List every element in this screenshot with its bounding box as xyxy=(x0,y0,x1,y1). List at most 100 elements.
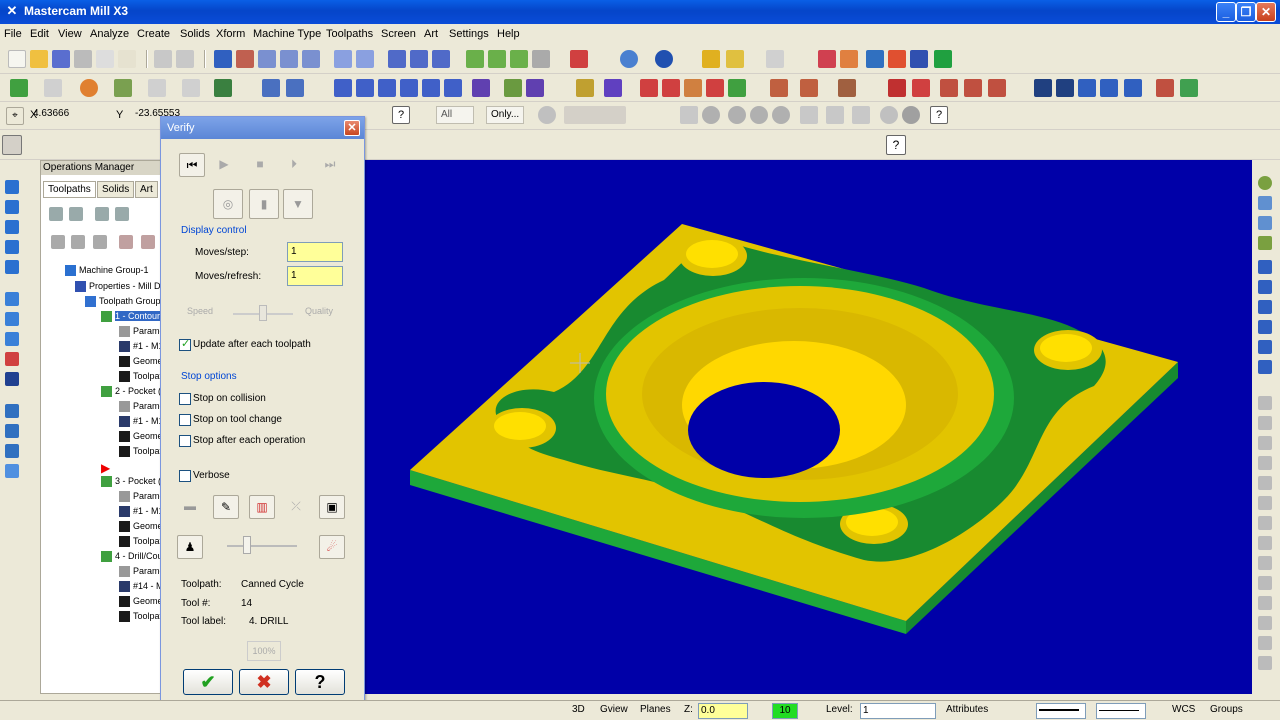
tree-item[interactable]: Machine Group-1 xyxy=(65,265,149,277)
verify-icon[interactable] xyxy=(818,50,836,68)
tool-display-icon[interactable]: ◎ xyxy=(213,189,243,219)
print-icon[interactable] xyxy=(74,50,92,68)
post-icon[interactable] xyxy=(866,50,884,68)
zoom-out-icon[interactable] xyxy=(334,50,352,68)
step-button[interactable]: ⏵ xyxy=(281,153,307,177)
toggle-post-icon[interactable] xyxy=(93,235,107,249)
pencil-icon[interactable] xyxy=(702,50,720,68)
hide-entity-icon[interactable] xyxy=(388,50,406,68)
arrow-icon[interactable] xyxy=(604,79,622,97)
cplane-side-icon[interactable] xyxy=(1258,436,1272,450)
wcs-icon[interactable] xyxy=(1258,300,1272,314)
play-button[interactable]: ▶ xyxy=(211,153,237,177)
sphere2-icon[interactable] xyxy=(5,312,19,326)
regen-dirty-icon[interactable] xyxy=(115,207,129,221)
cplane-rotate-icon[interactable] xyxy=(1258,536,1272,550)
restore-button[interactable]: ❐ xyxy=(1236,2,1256,22)
circle-icon[interactable] xyxy=(80,79,98,97)
shell-icon[interactable] xyxy=(5,424,19,438)
machine-icon[interactable] xyxy=(1034,79,1052,97)
stop-tool-change-checkbox[interactable] xyxy=(179,414,191,426)
ok-button[interactable]: ✔ xyxy=(183,669,233,695)
gear-icon[interactable] xyxy=(538,106,556,124)
compare-icon[interactable]: ⤫ xyxy=(283,495,309,519)
surface-loft-icon[interactable] xyxy=(912,79,930,97)
dimension-icon[interactable] xyxy=(472,79,490,97)
x-field[interactable]: 4.63666 xyxy=(30,106,96,124)
solid-fillet-icon[interactable] xyxy=(838,79,856,97)
tab-art[interactable]: Art xyxy=(135,181,158,198)
cancel-button[interactable]: ✖ xyxy=(239,669,289,695)
select-polygon-icon[interactable] xyxy=(800,106,818,124)
wireframe-icon[interactable] xyxy=(488,50,506,68)
tplane-icon[interactable] xyxy=(1258,280,1272,294)
shade-icon[interactable] xyxy=(466,50,484,68)
ribbon-help2-icon[interactable]: ? xyxy=(886,135,906,155)
help-icon[interactable]: ? xyxy=(392,106,410,124)
regen-icon[interactable] xyxy=(95,207,109,221)
help-button[interactable]: ? xyxy=(295,669,345,695)
graphics-viewport[interactable] xyxy=(364,160,1252,694)
select-dirty-icon[interactable] xyxy=(69,207,83,221)
origin-icon[interactable] xyxy=(1258,320,1272,334)
sphere-icon[interactable] xyxy=(655,50,673,68)
dimension-a-icon[interactable] xyxy=(988,79,1006,97)
select-all-icon[interactable] xyxy=(49,207,63,221)
sim-speed-thumb[interactable] xyxy=(243,536,251,554)
fit-icon[interactable] xyxy=(214,50,232,68)
dimension-d-icon[interactable] xyxy=(1258,360,1272,374)
planes-button[interactable]: Planes xyxy=(640,704,671,715)
triangle-icon[interactable] xyxy=(526,79,544,97)
chamfer-icon[interactable] xyxy=(182,79,200,97)
surface-icon[interactable] xyxy=(888,79,906,97)
speed-slider-thumb[interactable] xyxy=(259,305,267,321)
rewind-button[interactable]: ⏮ xyxy=(179,153,205,177)
hidden-line-icon[interactable] xyxy=(510,50,528,68)
backplot-icon[interactable] xyxy=(840,50,858,68)
cylinder-icon[interactable] xyxy=(5,292,19,306)
cplane-entity-icon[interactable] xyxy=(1258,516,1272,530)
array-icon[interactable] xyxy=(444,79,462,97)
record-icon[interactable] xyxy=(902,106,920,124)
new-file-icon[interactable] xyxy=(8,50,26,68)
stock-icon[interactable] xyxy=(1056,79,1074,97)
stop-collision-checkbox[interactable] xyxy=(179,393,191,405)
menu-art[interactable]: Art xyxy=(424,28,438,40)
translate-icon[interactable] xyxy=(334,79,352,97)
color-field[interactable]: 10 xyxy=(772,703,798,719)
minimize-button[interactable]: _ xyxy=(1216,2,1236,22)
point-icon[interactable] xyxy=(10,79,28,97)
menu-xform[interactable]: Xform xyxy=(216,28,245,40)
view-right-icon[interactable] xyxy=(1258,236,1272,250)
cplane-iso-icon[interactable] xyxy=(1258,456,1272,470)
verify-close-button[interactable]: ✕ xyxy=(344,120,360,136)
cube-view-icon[interactable] xyxy=(570,50,588,68)
arc-icon[interactable] xyxy=(5,220,19,234)
cplane-icon[interactable] xyxy=(1258,260,1272,274)
run-fast-icon[interactable]: ☄ xyxy=(319,535,345,559)
shaded-outline-icon[interactable] xyxy=(532,50,550,68)
lock-icon[interactable] xyxy=(51,235,65,249)
fillet-icon[interactable] xyxy=(148,79,166,97)
stop-after-op-checkbox[interactable] xyxy=(179,435,191,447)
cplane-save-icon[interactable] xyxy=(1258,596,1272,610)
gview-button[interactable]: Gview xyxy=(600,704,628,715)
cplane-restore-icon[interactable] xyxy=(1258,616,1272,630)
menu-view[interactable]: View xyxy=(58,28,82,40)
move-up-icon[interactable] xyxy=(141,235,155,249)
autocursor-icon[interactable]: ⌖ xyxy=(6,107,24,125)
select-area-icon[interactable] xyxy=(728,106,746,124)
solid-revolve-icon[interactable] xyxy=(800,79,818,97)
filter-icon[interactable]: ▼ xyxy=(283,189,313,219)
cplane-more-icon[interactable] xyxy=(1258,636,1272,650)
dropper-icon[interactable] xyxy=(5,240,19,254)
unzoom-icon[interactable] xyxy=(356,50,374,68)
tab-toolpaths[interactable]: Toolpaths xyxy=(43,181,96,198)
list-icon[interactable] xyxy=(1100,79,1118,97)
holder-display-icon[interactable]: ▮ xyxy=(249,189,279,219)
view-iso-icon[interactable] xyxy=(1258,176,1272,190)
box-icon[interactable] xyxy=(5,260,19,274)
break-icon[interactable] xyxy=(286,79,304,97)
only-button[interactable]: Only... xyxy=(486,106,524,124)
boolean-icon[interactable] xyxy=(5,404,19,418)
